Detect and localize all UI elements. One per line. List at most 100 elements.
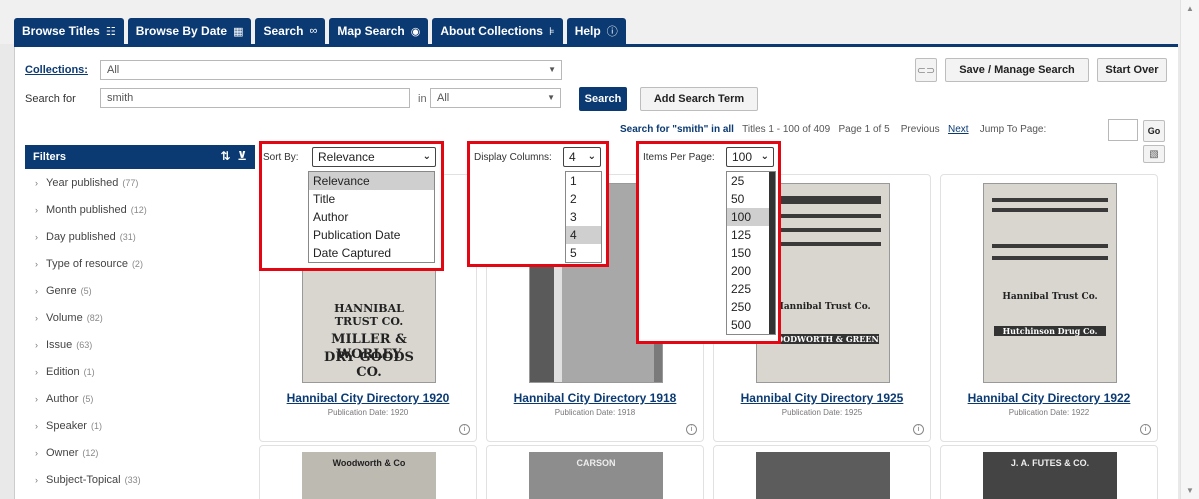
grid-toggle-icon[interactable]: ▧: [1143, 145, 1165, 163]
filter-count: (5): [82, 393, 94, 404]
sort-by-select[interactable]: Relevance ⌄: [312, 147, 436, 167]
items-per-page-select[interactable]: 100 ⌄: [726, 147, 774, 167]
tab-label: Browse Titles: [22, 24, 100, 38]
directory-thumbnail[interactable]: Hannibal Trust Co. Hutchinson Drug Co.: [983, 183, 1117, 383]
filter-item[interactable]: › Edition (1): [25, 358, 255, 385]
display-columns-select[interactable]: 4 ⌄: [563, 147, 601, 167]
tab-label: Help: [574, 24, 601, 38]
scroll-up-icon[interactable]: ▲: [1186, 4, 1194, 13]
filter-item[interactable]: › Genre (5): [25, 277, 255, 304]
link-icon[interactable]: ⊂⊃: [915, 58, 937, 82]
chevron-right-icon: ›: [35, 312, 38, 323]
filter-item[interactable]: › Type of resource (2): [25, 250, 255, 277]
sort-option[interactable]: Title: [309, 190, 434, 208]
thumb-text: Woodworth & Co: [332, 458, 406, 468]
items-option[interactable]: 500: [727, 316, 775, 334]
directory-thumbnail[interactable]: [756, 452, 890, 499]
info-icon[interactable]: i: [686, 424, 697, 435]
search-field-select[interactable]: All ▼: [430, 88, 561, 108]
tab-map-search[interactable]: Map Search ◉: [329, 18, 429, 44]
dropdown-scrollbar[interactable]: [769, 172, 775, 334]
tab-search[interactable]: Search ∞: [255, 18, 326, 44]
next-link[interactable]: Next: [948, 124, 969, 135]
query-text: Search for "smith" in all: [620, 124, 734, 135]
info-icon[interactable]: i: [1140, 424, 1151, 435]
chevron-down-icon: ⌄: [422, 151, 431, 162]
columns-option[interactable]: 1: [566, 172, 601, 190]
columns-option[interactable]: 3: [566, 208, 601, 226]
tab-about-collections[interactable]: About Collections ⊧: [432, 18, 563, 44]
items-option[interactable]: 125: [727, 226, 775, 244]
result-card[interactable]: Woodworth & Co: [259, 445, 477, 499]
items-option[interactable]: 250: [727, 298, 775, 316]
items-option[interactable]: 100: [727, 208, 775, 226]
result-card[interactable]: CARSON: [486, 445, 704, 499]
directory-thumbnail[interactable]: Woodworth & Co: [302, 452, 436, 499]
chevron-right-icon: ›: [35, 420, 38, 431]
jump-to-page-label: Jump To Page:: [979, 124, 1047, 135]
clear-filter-icon[interactable]: ⊻: [237, 149, 247, 163]
scroll-down-icon[interactable]: ▼: [1186, 486, 1194, 495]
sort-option[interactable]: Publication Date: [309, 226, 434, 244]
save-manage-search-button[interactable]: Save / Manage Search: [945, 58, 1089, 82]
items-option[interactable]: 200: [727, 262, 775, 280]
tree-icon: ⊧: [548, 25, 555, 38]
filter-item[interactable]: › Day published (31): [25, 223, 255, 250]
filter-label: Subject-Topical: [46, 473, 121, 486]
filter-item[interactable]: › Year published (77): [25, 169, 255, 196]
tab-label: About Collections: [440, 24, 543, 38]
result-card[interactable]: Hannibal Trust Co. Hutchinson Drug Co. H…: [940, 174, 1158, 442]
info-icon[interactable]: i: [459, 424, 470, 435]
columns-option[interactable]: 5: [566, 244, 601, 262]
result-card[interactable]: [713, 445, 931, 499]
items-option[interactable]: 150: [727, 244, 775, 262]
result-card[interactable]: J. A. FUTES & CO.: [940, 445, 1158, 499]
search-button[interactable]: Search: [579, 87, 627, 111]
filter-count: (1): [90, 420, 102, 431]
directory-thumbnail[interactable]: CARSON: [529, 452, 663, 499]
thumb-text: CARSON: [576, 458, 616, 468]
display-columns-value: 4: [569, 150, 576, 164]
columns-option[interactable]: 4: [566, 226, 601, 244]
columns-option[interactable]: 2: [566, 190, 601, 208]
collections-select[interactable]: All ▼: [100, 60, 562, 80]
in-label: in: [418, 93, 427, 105]
filters-header: Filters ⇅ ⊻: [25, 145, 255, 169]
filter-item[interactable]: › Speaker (1): [25, 412, 255, 439]
card-title-link[interactable]: Hannibal City Directory 1918: [487, 391, 703, 405]
search-input[interactable]: smith: [100, 88, 410, 108]
card-title-link[interactable]: Hannibal City Directory 1925: [714, 391, 930, 405]
sort-option[interactable]: Date Captured: [309, 244, 434, 262]
filter-item[interactable]: › Author (5): [25, 385, 255, 412]
sort-option[interactable]: Relevance: [309, 172, 434, 190]
card-title-link[interactable]: Hannibal City Directory 1922: [941, 391, 1157, 405]
items-option[interactable]: 50: [727, 190, 775, 208]
tab-browse-titles[interactable]: Browse Titles ☷: [14, 18, 124, 44]
chevron-right-icon: ›: [35, 258, 38, 269]
filter-item[interactable]: › Issue (63): [25, 331, 255, 358]
thumb-text: Hannibal Trust Co.: [775, 302, 871, 312]
previous-link[interactable]: Previous: [901, 124, 940, 135]
thumb-text: Hutchinson Drug Co.: [994, 326, 1106, 336]
start-over-button[interactable]: Start Over: [1097, 58, 1167, 82]
tab-browse-by-date[interactable]: Browse By Date ▦: [127, 18, 252, 44]
search-for-label: Search for: [25, 93, 76, 105]
tab-label: Map Search: [337, 24, 405, 38]
chevron-right-icon: ›: [35, 285, 38, 296]
directory-thumbnail[interactable]: J. A. FUTES & CO.: [983, 452, 1117, 499]
sort-icon[interactable]: ⇅: [221, 149, 231, 163]
filter-item[interactable]: › Volume (82): [25, 304, 255, 331]
page-scrollbar[interactable]: ▲ ▼: [1180, 0, 1199, 499]
filter-item[interactable]: › Owner (12): [25, 439, 255, 466]
card-title-link[interactable]: Hannibal City Directory 1920: [260, 391, 476, 405]
tab-help[interactable]: Help ⓘ: [566, 18, 626, 44]
jump-to-page-input[interactable]: [1108, 119, 1138, 141]
go-button[interactable]: Go: [1143, 120, 1165, 142]
filter-item[interactable]: › Month published (12): [25, 196, 255, 223]
items-option[interactable]: 25: [727, 172, 775, 190]
sort-option[interactable]: Author: [309, 208, 434, 226]
add-search-term-button[interactable]: Add Search Term: [640, 87, 758, 111]
info-icon[interactable]: i: [913, 424, 924, 435]
filter-item[interactable]: › Subject-Topical (33): [25, 466, 255, 493]
items-option[interactable]: 225: [727, 280, 775, 298]
